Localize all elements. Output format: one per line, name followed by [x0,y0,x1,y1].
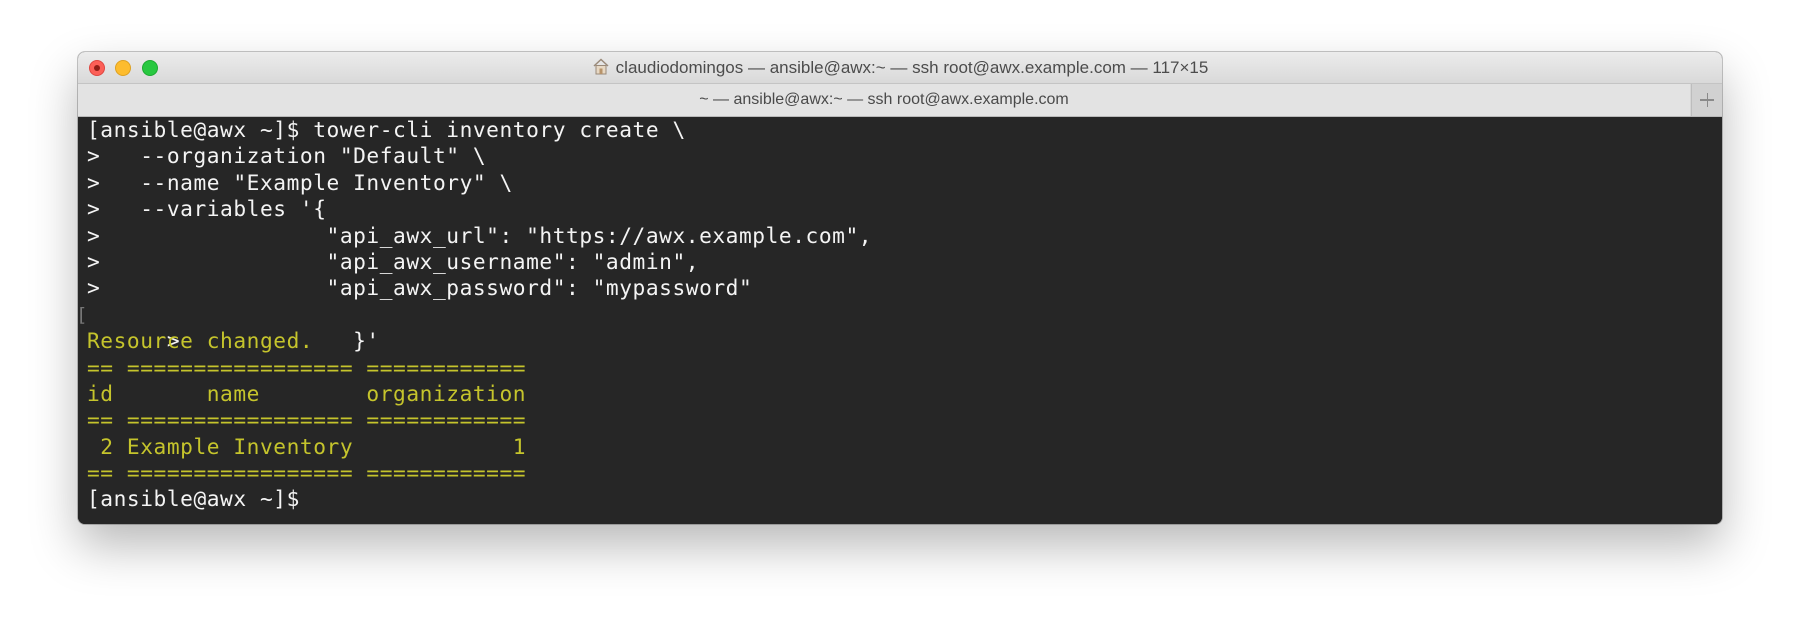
terminal-line-marked: [> }'] [78,302,1722,353]
window-title: claudiodomingos — ansible@awx:~ — ssh ro… [78,52,1722,84]
table-separator: == ================= ============ [87,460,527,486]
table-row: 2 Example Inventory 1 [87,433,527,459]
terminal-line: [ansible@awx ~]$ tower-cli inventory cre… [87,117,686,142]
terminal-prompt: [ansible@awx ~]$ [87,486,314,512]
terminal-line: > "api_awx_password": "mypassword" [87,275,753,301]
home-icon [592,54,610,86]
table-separator: == ================= ============ [87,407,527,433]
plus-icon[interactable] [1691,84,1722,116]
terminal-output[interactable]: [ansible@awx ~]$ tower-cli inventory cre… [78,117,1722,524]
mark-left-bracket: [ [78,302,88,328]
table-header: id name organization [87,380,527,406]
terminal-line: > --organization "Default" \ [87,143,487,169]
window-title-text: claudiodomingos — ansible@awx:~ — ssh ro… [615,58,1209,77]
terminal-window: claudiodomingos — ansible@awx:~ — ssh ro… [78,52,1722,524]
terminal-line-output: Resource changed. [87,328,314,354]
mark-right-bracket: ] [1721,302,1722,328]
terminal-line: > --variables '{ [87,196,327,222]
terminal-line: > --name "Example Inventory" \ [87,169,513,195]
terminal-line: > "api_awx_username": "admin", [87,248,700,274]
table-separator: == ================= ============ [87,354,527,380]
terminal-line: > "api_awx_url": "https://awx.example.co… [87,222,873,248]
tab-bar: ~ — ansible@awx:~ — ssh root@awx.example… [78,84,1722,117]
title-bar[interactable]: claudiodomingos — ansible@awx:~ — ssh ro… [78,52,1722,84]
tab-ssh-session[interactable]: ~ — ansible@awx:~ — ssh root@awx.example… [78,84,1690,116]
